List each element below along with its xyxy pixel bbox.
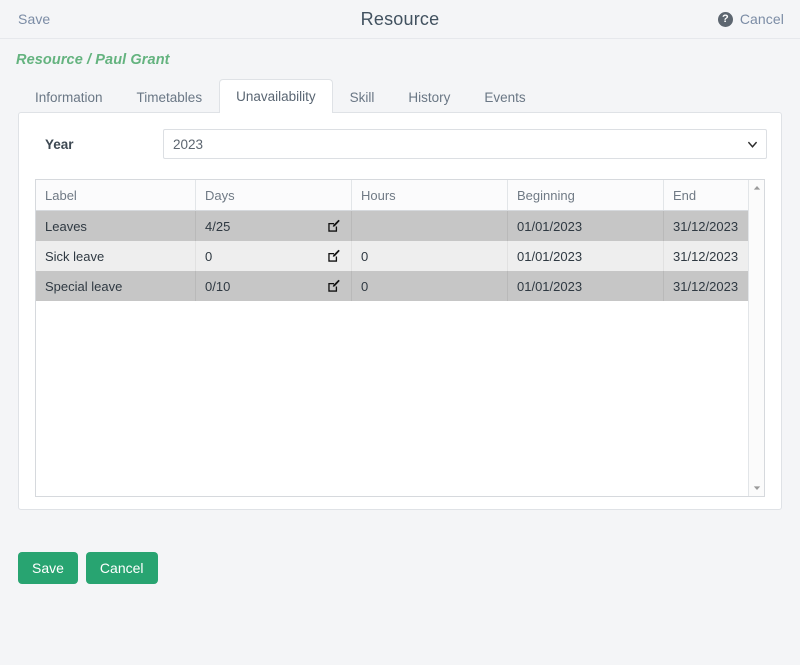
cell-label: Sick leave — [36, 241, 196, 271]
cell-beginning: 01/01/2023 — [507, 271, 664, 301]
cell-end: 31/12/2023 — [663, 271, 748, 301]
edit-pencil-icon[interactable] — [327, 249, 341, 263]
cell-label: Leaves — [36, 210, 196, 241]
top-cancel-link[interactable]: Cancel — [740, 11, 784, 27]
save-button[interactable]: Save — [18, 552, 78, 584]
table-vertical-scrollbar[interactable] — [748, 180, 765, 496]
cell-days: 0 — [195, 241, 352, 271]
unavailability-table-container: Label Days Hours Beginning End Leaves 4/… — [35, 179, 765, 497]
table-row[interactable]: Special leave 0/10 0 01/01/2023 31/12/20… — [36, 271, 748, 301]
scroll-up-arrow-icon[interactable] — [749, 181, 764, 195]
top-bar: Save Resource ? Cancel — [0, 0, 800, 39]
tab-bar: Information Timetables Unavailability Sk… — [18, 79, 800, 113]
cell-end: 31/12/2023 — [663, 210, 748, 241]
breadcrumb[interactable]: Resource / Paul Grant — [0, 39, 800, 68]
cell-label: Special leave — [36, 271, 196, 301]
tab-unavailability[interactable]: Unavailability — [219, 79, 333, 113]
help-circle-icon[interactable]: ? — [717, 11, 733, 27]
tab-information[interactable]: Information — [18, 82, 120, 113]
year-field-row: Year 2023 — [33, 129, 767, 159]
edit-pencil-icon[interactable] — [327, 219, 341, 233]
cell-days-content: 4/25 — [205, 219, 351, 234]
cell-days-content: 0/10 — [205, 279, 351, 294]
table-row[interactable]: Sick leave 0 0 01/01/2023 31/12/2023 — [36, 241, 748, 271]
cell-days-content: 0 — [205, 249, 351, 264]
column-header-label[interactable]: Label — [36, 180, 196, 211]
tab-events[interactable]: Events — [467, 82, 542, 113]
cell-days-value: 0/10 — [205, 278, 231, 294]
tab-skill[interactable]: Skill — [333, 82, 392, 113]
page-title: Resource — [360, 8, 440, 29]
top-bar-left: Save — [18, 11, 50, 27]
cell-beginning: 01/01/2023 — [507, 210, 664, 241]
year-select[interactable]: 2023 — [163, 129, 767, 159]
column-header-days[interactable]: Days — [195, 180, 352, 211]
scroll-down-arrow-icon[interactable] — [749, 481, 764, 495]
cell-hours: 0 — [351, 241, 508, 271]
table-body: Leaves 4/25 01/01/2023 31/12/2023 Sick l… — [36, 210, 748, 301]
edit-pencil-icon[interactable] — [327, 279, 341, 293]
cell-hours: 0 — [351, 271, 508, 301]
table-scroll-area: Label Days Hours Beginning End Leaves 4/… — [36, 180, 748, 496]
table-header-row: Label Days Hours Beginning End — [36, 180, 748, 211]
cell-days-value: 4/25 — [205, 218, 231, 234]
unavailability-table: Label Days Hours Beginning End Leaves 4/… — [36, 180, 748, 301]
top-save-link[interactable]: Save — [18, 11, 50, 27]
footer-actions: Save Cancel — [0, 510, 800, 584]
table-row[interactable]: Leaves 4/25 01/01/2023 31/12/2023 — [36, 210, 748, 241]
top-bar-right: ? Cancel — [717, 11, 784, 27]
table-header: Label Days Hours Beginning End — [36, 180, 748, 211]
tab-history[interactable]: History — [391, 82, 467, 113]
year-select-wrapper: 2023 — [163, 129, 767, 159]
cell-days: 0/10 — [195, 271, 352, 301]
column-header-end[interactable]: End — [663, 180, 748, 211]
unavailability-panel: Year 2023 Label Days Hours Beginning End — [18, 112, 782, 510]
cell-days: 4/25 — [195, 210, 352, 241]
cell-days-value: 0 — [205, 248, 213, 264]
year-label: Year — [45, 136, 74, 152]
cell-end: 31/12/2023 — [663, 241, 748, 271]
cell-beginning: 01/01/2023 — [507, 241, 664, 271]
cancel-button[interactable]: Cancel — [85, 552, 158, 584]
cell-hours — [351, 210, 508, 241]
column-header-hours[interactable]: Hours — [351, 180, 508, 211]
column-header-beginning[interactable]: Beginning — [507, 180, 664, 211]
tab-timetables[interactable]: Timetables — [120, 82, 220, 113]
